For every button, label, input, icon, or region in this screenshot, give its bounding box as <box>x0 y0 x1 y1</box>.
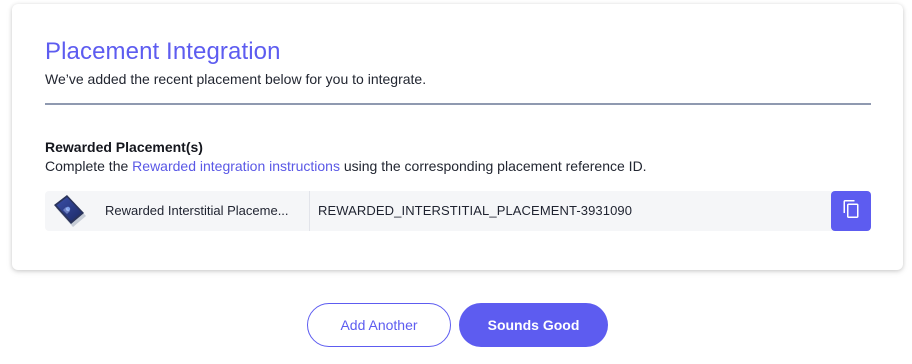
phone-thumbnail-icon <box>49 194 89 228</box>
add-another-button[interactable]: Add Another <box>307 303 451 347</box>
placement-name: Rewarded Interstitial Placeme... <box>105 203 289 218</box>
section-title: Rewarded Placement(s) <box>45 139 203 155</box>
section-description: Complete the Rewarded integration instru… <box>45 158 647 174</box>
copy-icon <box>842 199 860 224</box>
copy-button[interactable] <box>831 191 871 231</box>
placement-integration-card: Placement Integration We’ve added the re… <box>12 4 903 270</box>
page-title: Placement Integration <box>45 38 281 65</box>
section-desc-after: using the corresponding placement refere… <box>339 158 647 174</box>
page-subtitle: We’ve added the recent placement below f… <box>45 71 427 87</box>
placement-row: Rewarded Interstitial Placeme... REWARDE… <box>45 191 871 231</box>
column-separator <box>309 191 310 231</box>
placement-reference-id: REWARDED_INTERSTITIAL_PLACEMENT-3931090 <box>318 203 633 218</box>
divider <box>45 103 871 105</box>
rewarded-integration-link[interactable]: Rewarded integration instructions <box>132 158 340 174</box>
section-desc-before: Complete the <box>45 158 133 174</box>
sounds-good-button[interactable]: Sounds Good <box>459 303 608 347</box>
